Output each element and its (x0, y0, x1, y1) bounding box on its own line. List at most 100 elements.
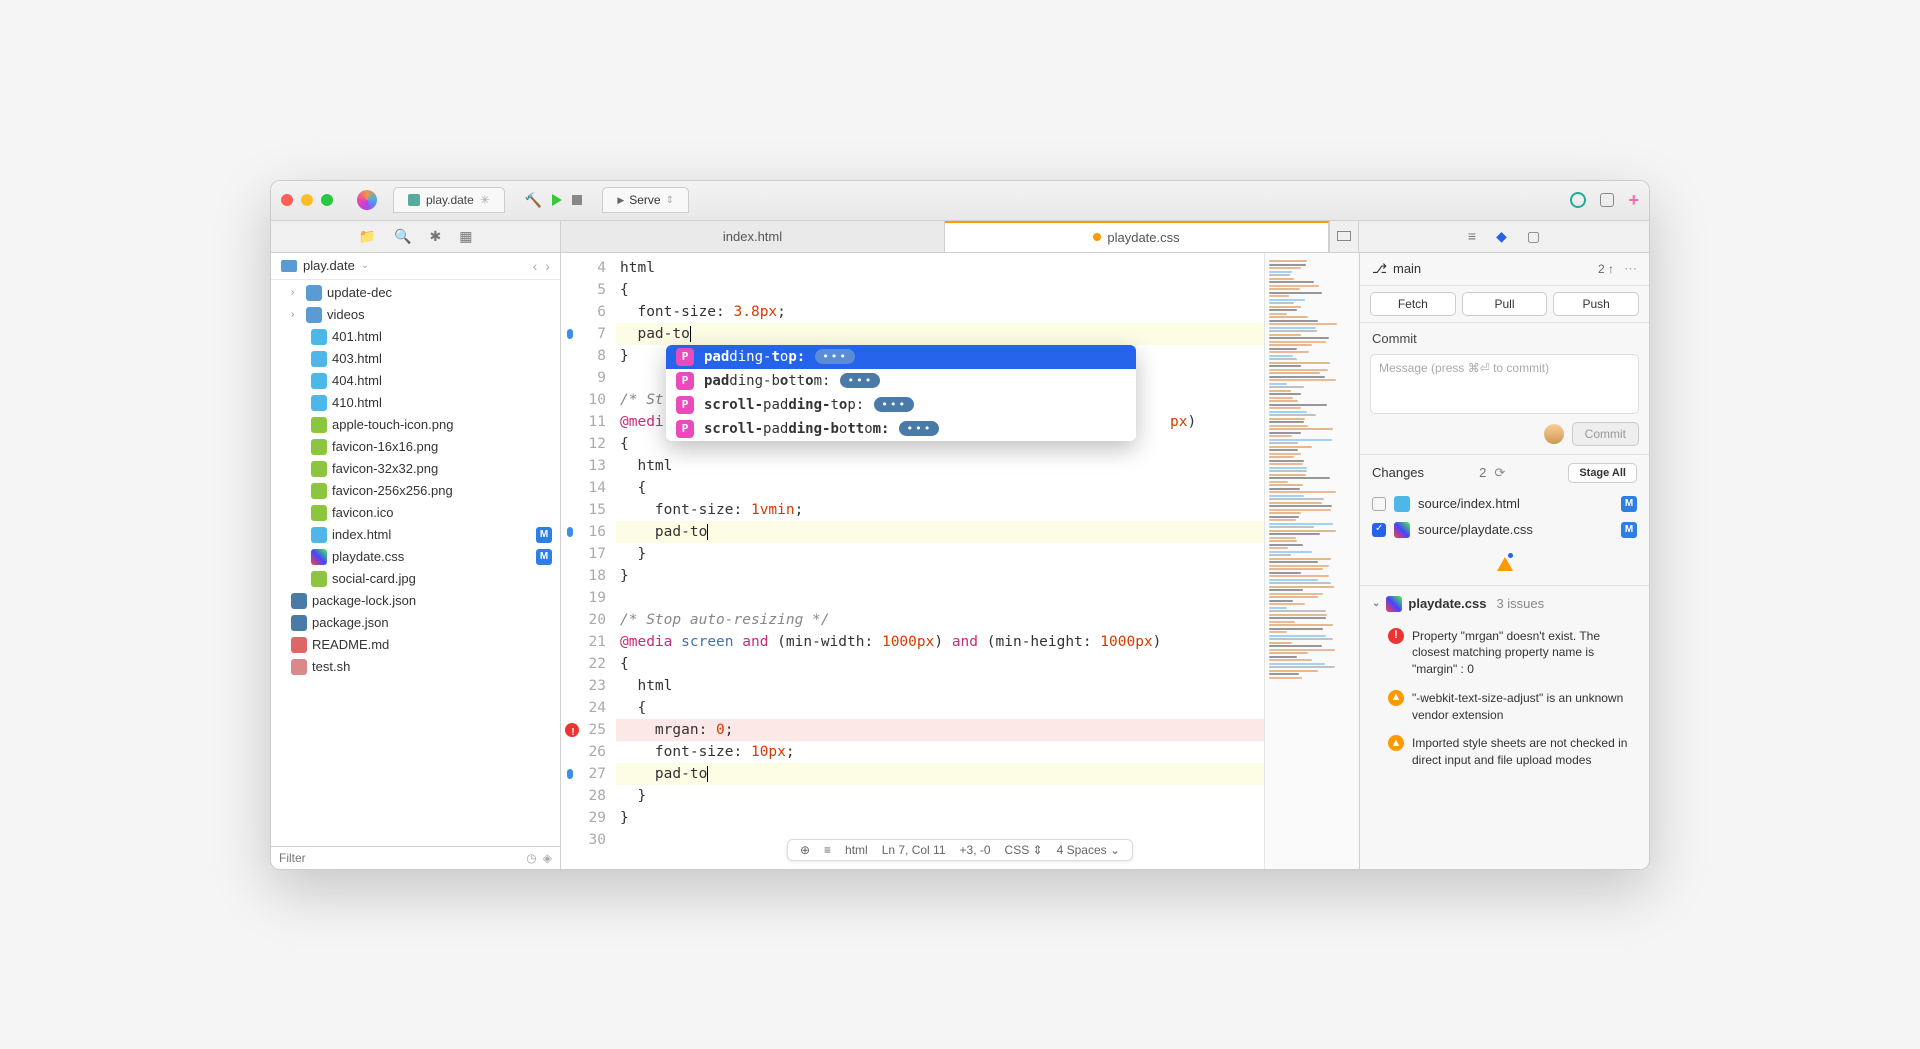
cursor-position[interactable]: Ln 7, Col 11 (882, 843, 946, 857)
file-icon (1394, 522, 1410, 538)
change-path: source/index.html (1418, 496, 1520, 511)
fetch-button[interactable]: Fetch (1370, 292, 1456, 316)
scm-icon[interactable]: ◈ (543, 851, 552, 865)
status-bar: ⊕ ≡ html Ln 7, Col 11 +3, -0 CSS ⇕ 4 Spa… (787, 839, 1133, 861)
tree-file[interactable]: README.md (271, 634, 560, 656)
ellipsis-icon[interactable]: ⋯ (1624, 261, 1637, 277)
file-icon (311, 461, 327, 477)
completion-item[interactable]: Ppadding-top:••• (666, 345, 1136, 369)
issues-header[interactable]: ⌄ playdate.css 3 issues (1360, 585, 1649, 622)
tree-file[interactable]: 401.html (271, 326, 560, 348)
breadcrumb-icon: ≡ (824, 843, 831, 857)
terminal-icon[interactable]: ▢ (1527, 228, 1540, 245)
file-icon (311, 571, 327, 587)
tree-folder[interactable]: › update-dec (271, 282, 560, 304)
panel-toggle-icon[interactable] (1600, 193, 1614, 207)
error-icon: ! (1388, 628, 1404, 644)
zoom-icon[interactable] (321, 194, 333, 206)
tree-file[interactable]: favicon-16x16.png (271, 436, 560, 458)
build-icon[interactable]: 🔨 (525, 192, 542, 209)
align-icon[interactable]: ≡ (1468, 228, 1476, 244)
tree-file[interactable]: index.htmlM (271, 524, 560, 546)
split-icon[interactable] (1337, 231, 1351, 241)
grid-icon[interactable]: ▦ (459, 228, 472, 245)
tree-file[interactable]: social-card.jpg (271, 568, 560, 590)
tree-label: 401.html (332, 329, 382, 344)
commit-message-input[interactable]: Message (press ⌘⏎ to commit) (1370, 354, 1639, 414)
symbols-icon[interactable]: ✱ (429, 228, 441, 245)
back-icon[interactable]: ‹ (533, 258, 538, 274)
folder-icon (306, 307, 322, 323)
tree-label: 410.html (332, 395, 382, 410)
completion-label: scroll-padding-top: (704, 397, 864, 413)
branch-name[interactable]: main (1393, 261, 1421, 276)
tree-file[interactable]: favicon-32x32.png (271, 458, 560, 480)
editor-tab[interactable]: index.html (561, 221, 945, 252)
checkbox[interactable] (1372, 497, 1386, 511)
settings-icon: ✳ (480, 193, 490, 207)
preview-icon[interactable] (1570, 192, 1586, 208)
indent-select[interactable]: 4 Spaces ⌄ (1057, 843, 1120, 857)
minimap[interactable] (1264, 253, 1359, 869)
file-tree: › update-dec ›videos 401.html 403.html 404.ht… (271, 280, 560, 846)
diamond-icon[interactable]: ◆ (1496, 228, 1507, 245)
issue-row[interactable]: ▲Imported style sheets are not checked i… (1360, 729, 1649, 775)
diff-stat: +3, -0 (960, 843, 991, 857)
close-icon[interactable] (281, 194, 293, 206)
git-panel: ⎇ main 2 ↑ ⋯ Fetch Pull Push Commit Mess… (1359, 253, 1649, 869)
push-button[interactable]: Push (1553, 292, 1639, 316)
file-icon (311, 395, 327, 411)
breadcrumb[interactable]: html (845, 843, 868, 857)
tree-label: README.md (312, 637, 389, 652)
editor-tab[interactable]: playdate.css (945, 221, 1329, 252)
property-icon: P (676, 396, 694, 414)
lang-select[interactable]: CSS ⇕ (1005, 843, 1043, 857)
forward-icon[interactable]: › (545, 258, 550, 274)
issue-row[interactable]: ▲"-webkit-text-size-adjust" is an unknow… (1360, 684, 1649, 730)
file-icon (311, 483, 327, 499)
checkbox[interactable] (1372, 523, 1386, 537)
tree-label: update-dec (327, 285, 392, 300)
tree-file[interactable]: test.sh (271, 656, 560, 678)
add-icon[interactable]: + (1628, 190, 1639, 211)
tree-label: social-card.jpg (332, 571, 416, 586)
serve-tab[interactable]: ▶ Serve ⇕ (602, 187, 689, 213)
commit-button[interactable]: Commit (1572, 422, 1639, 446)
tree-folder[interactable]: ›videos (271, 304, 560, 326)
project-tab[interactable]: play.date ✳ (393, 187, 505, 213)
stop-icon[interactable] (572, 195, 582, 205)
tree-file[interactable]: 403.html (271, 348, 560, 370)
titlebar: play.date ✳ 🔨 ▶ Serve ⇕ + (271, 181, 1649, 221)
tree-file[interactable]: 410.html (271, 392, 560, 414)
change-row[interactable]: source/index.htmlM (1360, 491, 1649, 517)
stage-all-button[interactable]: Stage All (1568, 463, 1637, 483)
issue-row[interactable]: !Property "mrgan" doesn't exist. The clo… (1360, 622, 1649, 684)
run-icon[interactable] (552, 194, 562, 206)
sub-toolbar: 📁 🔍 ✱ ▦ index.htmlplaydate.css ≡ ◆ ▢ (271, 221, 1649, 253)
tree-file[interactable]: package.json (271, 612, 560, 634)
code-editor[interactable]: 4567891011121314151617181920212223242526… (561, 253, 1264, 869)
tree-file[interactable]: apple-touch-icon.png (271, 414, 560, 436)
minimize-icon[interactable] (301, 194, 313, 206)
tree-file[interactable]: package-lock.json (271, 590, 560, 612)
project-header[interactable]: play.date ⌄ ‹› (271, 253, 560, 280)
search-icon[interactable]: 🔍 (394, 228, 411, 245)
tree-file[interactable]: favicon.ico (271, 502, 560, 524)
tree-file[interactable]: 404.html (271, 370, 560, 392)
refresh-icon[interactable]: ⟳ (1494, 465, 1505, 481)
tree-file[interactable]: favicon-256x256.png (271, 480, 560, 502)
folder-icon (306, 285, 322, 301)
pull-button[interactable]: Pull (1462, 292, 1548, 316)
change-row[interactable]: source/playdate.cssM (1360, 517, 1649, 543)
tree-label: 404.html (332, 373, 382, 388)
completion-item[interactable]: Ppadding-bottom:••• (666, 369, 1136, 393)
completion-item[interactable]: Pscroll-padding-bottom:••• (666, 417, 1136, 441)
tree-file[interactable]: playdate.cssM (271, 546, 560, 568)
completion-item[interactable]: Pscroll-padding-top:••• (666, 393, 1136, 417)
chevron-right-icon: › (291, 287, 301, 298)
clock-icon[interactable]: ◷ (526, 851, 536, 865)
completion-popup[interactable]: Ppadding-top:•••Ppadding-bottom:•••Pscro… (666, 345, 1136, 441)
filter-input[interactable] (279, 851, 520, 865)
files-icon[interactable]: 📁 (359, 228, 376, 245)
file-icon (311, 549, 327, 565)
